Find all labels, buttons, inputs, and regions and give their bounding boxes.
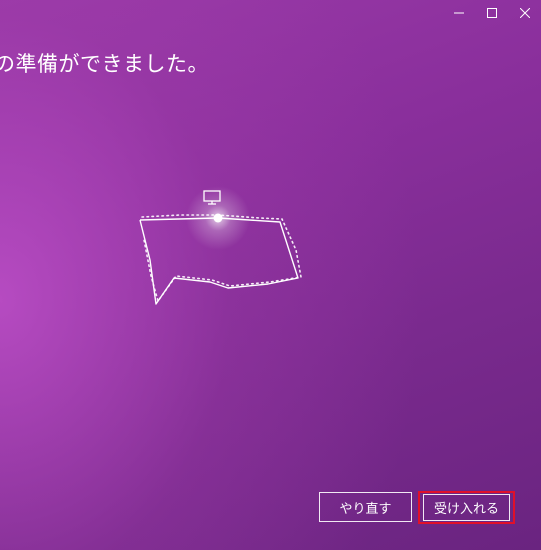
close-button[interactable] (508, 0, 541, 26)
minimize-button[interactable] (442, 0, 475, 26)
maximize-button[interactable] (475, 0, 508, 26)
accept-button-highlight: 受け入れる (418, 491, 515, 524)
minimize-icon (453, 12, 464, 14)
accept-button[interactable]: 受け入れる (423, 494, 510, 521)
page-title: の準備ができました。 (0, 52, 209, 76)
room-boundary-graphic (120, 180, 320, 320)
window-titlebar (442, 0, 541, 26)
retry-button[interactable]: やり直す (319, 492, 412, 522)
headset-position-dot (213, 213, 223, 223)
room-boundary-illustration (139, 186, 302, 305)
maximize-icon (486, 8, 497, 18)
close-icon (519, 8, 530, 18)
